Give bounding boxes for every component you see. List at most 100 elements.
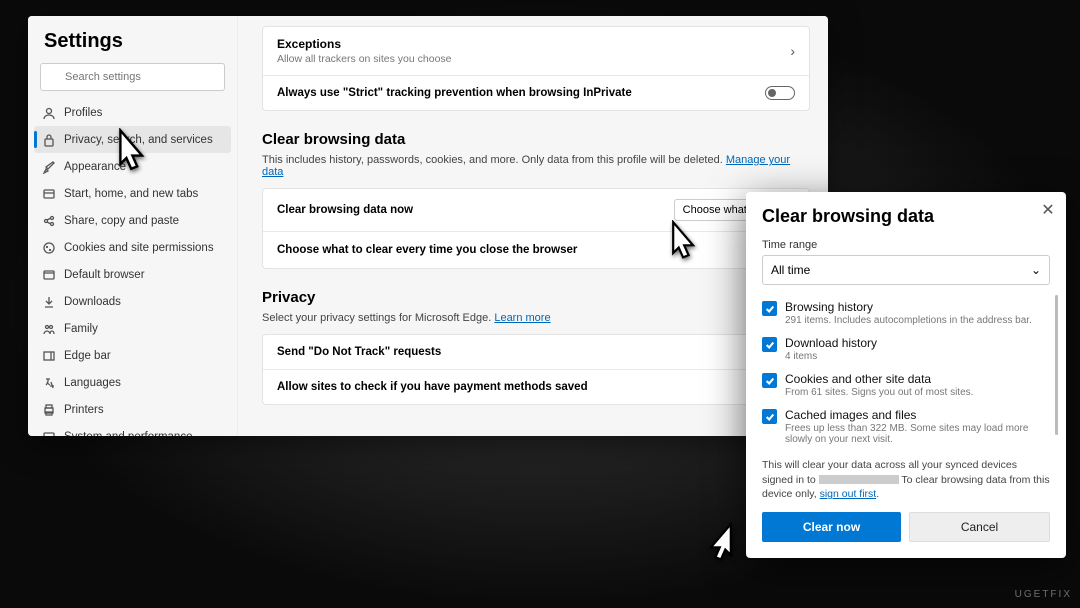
cbd-every-label: Choose what to clear every time you clos… (277, 244, 577, 256)
watermark: UGETFIX (1015, 589, 1072, 600)
privacy-card: Send "Do Not Track" requests Allow sites… (262, 334, 810, 405)
privacy-title: Privacy (262, 289, 810, 306)
sidebar-item-languages[interactable]: Languages (34, 369, 231, 396)
chevron-down-icon: ⌄ (1031, 263, 1041, 277)
search-input[interactable] (40, 63, 225, 91)
strict-label: Always use "Strict" tracking prevention … (277, 87, 632, 99)
exceptions-card: Exceptions Allow all trackers on sites y… (262, 26, 810, 111)
content: Exceptions Allow all trackers on sites y… (238, 16, 828, 436)
clear-data-dialog: ✕ Clear browsing data Time range All tim… (746, 192, 1066, 558)
check-item: Download history4 items (762, 331, 1050, 367)
clear-now-button[interactable]: Clear now (762, 512, 901, 542)
dnt-row: Send "Do Not Track" requests (263, 335, 809, 369)
check-sub: From 61 sites. Signs you out of most sit… (785, 387, 973, 398)
sidebar-item-label: Profiles (64, 107, 102, 119)
learn-more-link[interactable]: Learn more (494, 312, 550, 324)
sidebar-item-profiles[interactable]: Profiles (34, 99, 231, 126)
checkbox[interactable] (762, 301, 777, 316)
exceptions-title: Exceptions (277, 37, 452, 51)
exceptions-sub: Allow all trackers on sites you choose (277, 53, 452, 65)
sidebar-item-label: Printers (64, 404, 104, 416)
close-icon[interactable]: ✕ (1038, 200, 1058, 220)
lang-icon (42, 376, 56, 390)
dialog-title: Clear browsing data (762, 206, 1050, 227)
payment-label: Allow sites to check if you have payment… (277, 381, 588, 393)
share-icon (42, 214, 56, 228)
sidebar-item-label: Share, copy and paste (64, 215, 179, 227)
check-title: Download history (785, 336, 877, 350)
cookie-icon (42, 241, 56, 255)
chevron-right-icon: › (790, 43, 795, 59)
checkbox[interactable] (762, 373, 777, 388)
sidebar-item-label: Privacy, search, and services (64, 134, 213, 146)
time-range-label: Time range (762, 239, 1050, 251)
dialog-actions: Clear now Cancel (762, 512, 1050, 542)
check-item: Cached images and filesFrees up less tha… (762, 403, 1050, 450)
printer-icon (42, 403, 56, 417)
strict-toggle[interactable] (765, 86, 795, 100)
dialog-note: This will clear your data across all you… (762, 458, 1050, 502)
sidebar-item-share-copy-and-paste[interactable]: Share, copy and paste (34, 207, 231, 234)
lock-icon (42, 133, 56, 147)
cancel-button[interactable]: Cancel (909, 512, 1050, 542)
redacted-account (819, 475, 899, 484)
check-item: Browsing history291 items. Includes auto… (762, 295, 1050, 331)
sidebar-item-label: Downloads (64, 296, 121, 308)
system-icon (42, 430, 56, 437)
pointer-cursor-icon (700, 522, 744, 580)
exceptions-row[interactable]: Exceptions Allow all trackers on sites y… (263, 27, 809, 75)
time-range-select[interactable]: All time ⌄ (762, 255, 1050, 285)
dnt-label: Send "Do Not Track" requests (277, 346, 441, 358)
privacy-desc: Select your privacy settings for Microso… (262, 312, 810, 324)
sidebar-item-label: Cookies and site permissions (64, 242, 214, 254)
sidebar-item-edge-bar[interactable]: Edge bar (34, 342, 231, 369)
sidebar-item-label: Appearance (64, 161, 126, 173)
sign-out-link[interactable]: sign out first (820, 488, 877, 500)
sidebar-item-downloads[interactable]: Downloads (34, 288, 231, 315)
check-title: Cached images and files (785, 408, 1050, 422)
sidebar-item-appearance[interactable]: Appearance (34, 153, 231, 180)
edge-icon (42, 349, 56, 363)
sidebar-item-label: Family (64, 323, 98, 335)
sidebar-item-label: Start, home, and new tabs (64, 188, 198, 200)
sidebar-item-label: Languages (64, 377, 121, 389)
cbd-now-row: Clear browsing data now Choose what to c… (263, 189, 809, 231)
check-sub: 4 items (785, 351, 877, 362)
cbd-title: Clear browsing data (262, 131, 810, 148)
sidebar: Settings Profiles Privacy, search, and se… (28, 16, 238, 436)
sidebar-item-family[interactable]: Family (34, 315, 231, 342)
sidebar-item-label: System and performance (64, 431, 192, 437)
sidebar-item-label: Edge bar (64, 350, 111, 362)
check-title: Cookies and other site data (785, 372, 973, 386)
check-sub: Frees up less than 322 MB. Some sites ma… (785, 423, 1050, 445)
cbd-every-row[interactable]: Choose what to clear every time you clos… (263, 231, 809, 268)
check-list: Browsing history291 items. Includes auto… (762, 295, 1050, 450)
settings-window: Settings Profiles Privacy, search, and se… (28, 16, 828, 436)
scrollbar[interactable] (1055, 295, 1058, 435)
strict-row: Always use "Strict" tracking prevention … (263, 75, 809, 110)
cbd-desc: This includes history, passwords, cookie… (262, 154, 810, 178)
nav: Profiles Privacy, search, and services App… (28, 99, 237, 436)
sidebar-item-privacy-search-and-services[interactable]: Privacy, search, and services (34, 126, 231, 153)
brush-icon (42, 160, 56, 174)
cbd-card: Clear browsing data now Choose what to c… (262, 188, 810, 269)
check-item: Cookies and other site dataFrom 61 sites… (762, 367, 1050, 403)
person-icon (42, 106, 56, 120)
sidebar-item-start-home-and-new-tabs[interactable]: Start, home, and new tabs (34, 180, 231, 207)
check-sub: 291 items. Includes autocompletions in t… (785, 315, 1032, 326)
browser-icon (42, 268, 56, 282)
sidebar-item-printers[interactable]: Printers (34, 396, 231, 423)
payment-row: Allow sites to check if you have payment… (263, 369, 809, 404)
family-icon (42, 322, 56, 336)
sidebar-item-label: Default browser (64, 269, 145, 281)
sidebar-item-cookies-and-site-permissions[interactable]: Cookies and site permissions (34, 234, 231, 261)
checkbox[interactable] (762, 337, 777, 352)
checkbox[interactable] (762, 409, 777, 424)
tab-icon (42, 187, 56, 201)
download-icon (42, 295, 56, 309)
sidebar-item-system-and-performance[interactable]: System and performance (34, 423, 231, 436)
check-title: Browsing history (785, 300, 1032, 314)
page-title: Settings (28, 28, 237, 63)
sidebar-item-default-browser[interactable]: Default browser (34, 261, 231, 288)
cbd-now-label: Clear browsing data now (277, 204, 413, 216)
